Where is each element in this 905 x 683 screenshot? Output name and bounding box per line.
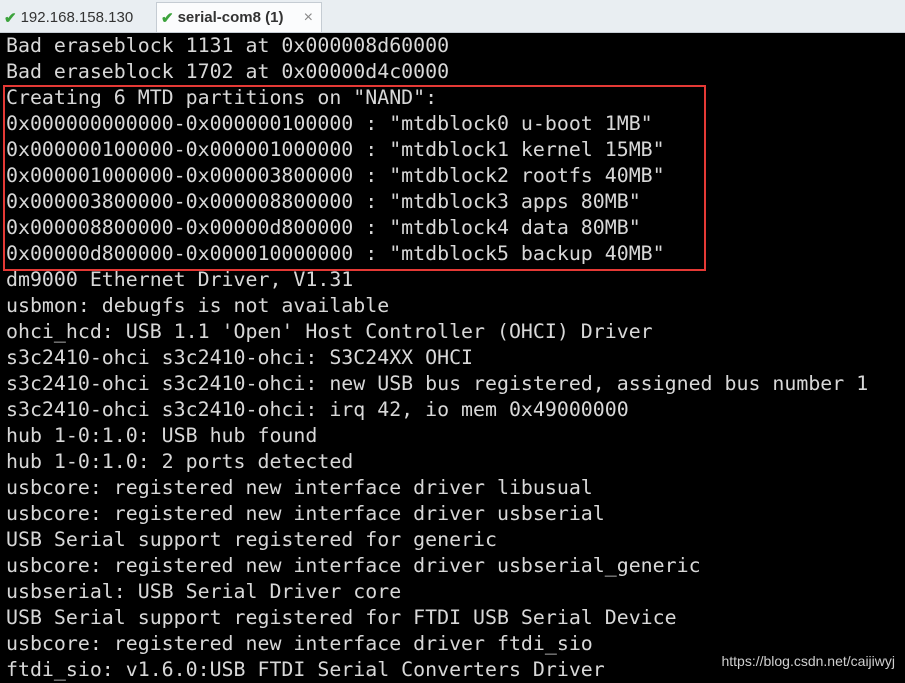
terminal-line: s3c2410-ohci s3c2410-ohci: new USB bus r… bbox=[6, 371, 905, 397]
terminal-line: USB Serial support registered for FTDI U… bbox=[6, 605, 905, 631]
check-icon: ✔ bbox=[161, 9, 174, 27]
terminal-line: hub 1-0:1.0: USB hub found bbox=[6, 423, 905, 449]
tab-serial-com8[interactable]: ✔ serial-com8 (1) × bbox=[156, 2, 322, 32]
terminal-line: Bad eraseblock 1131 at 0x000008d60000 bbox=[6, 33, 905, 59]
tab-label: 192.168.158.130 bbox=[21, 9, 134, 26]
close-icon[interactable]: × bbox=[304, 9, 313, 27]
terminal-line: Bad eraseblock 1702 at 0x00000d4c0000 bbox=[6, 59, 905, 85]
tab-label: serial-com8 (1) bbox=[178, 9, 284, 26]
terminal-line: usbserial: USB Serial Driver core bbox=[6, 579, 905, 605]
terminal-line: usbmon: debugfs is not available bbox=[6, 293, 905, 319]
terminal-line: usbcore: registered new interface driver… bbox=[6, 501, 905, 527]
terminal-line: hub 1-0:1.0: 2 ports detected bbox=[6, 449, 905, 475]
terminal-line: USB Serial support registered for generi… bbox=[6, 527, 905, 553]
terminal-line: s3c2410-ohci s3c2410-ohci: S3C24XX OHCI bbox=[6, 345, 905, 371]
check-icon: ✔ bbox=[4, 9, 17, 27]
watermark: https://blog.csdn.net/caijiwyj bbox=[721, 653, 895, 669]
highlight-box bbox=[3, 85, 706, 271]
terminal-line: usbcore: registered new interface driver… bbox=[6, 475, 905, 501]
tab-192-168-158-130[interactable]: ✔ 192.168.158.130 bbox=[4, 3, 133, 32]
terminal-line: ohci_hcd: USB 1.1 'Open' Host Controller… bbox=[6, 319, 905, 345]
tab-bar: ✔ 192.168.158.130 ✔ serial-com8 (1) × bbox=[0, 0, 905, 33]
terminal-line: usbcore: registered new interface driver… bbox=[6, 553, 905, 579]
terminal-line: s3c2410-ohci s3c2410-ohci: irq 42, io me… bbox=[6, 397, 905, 423]
